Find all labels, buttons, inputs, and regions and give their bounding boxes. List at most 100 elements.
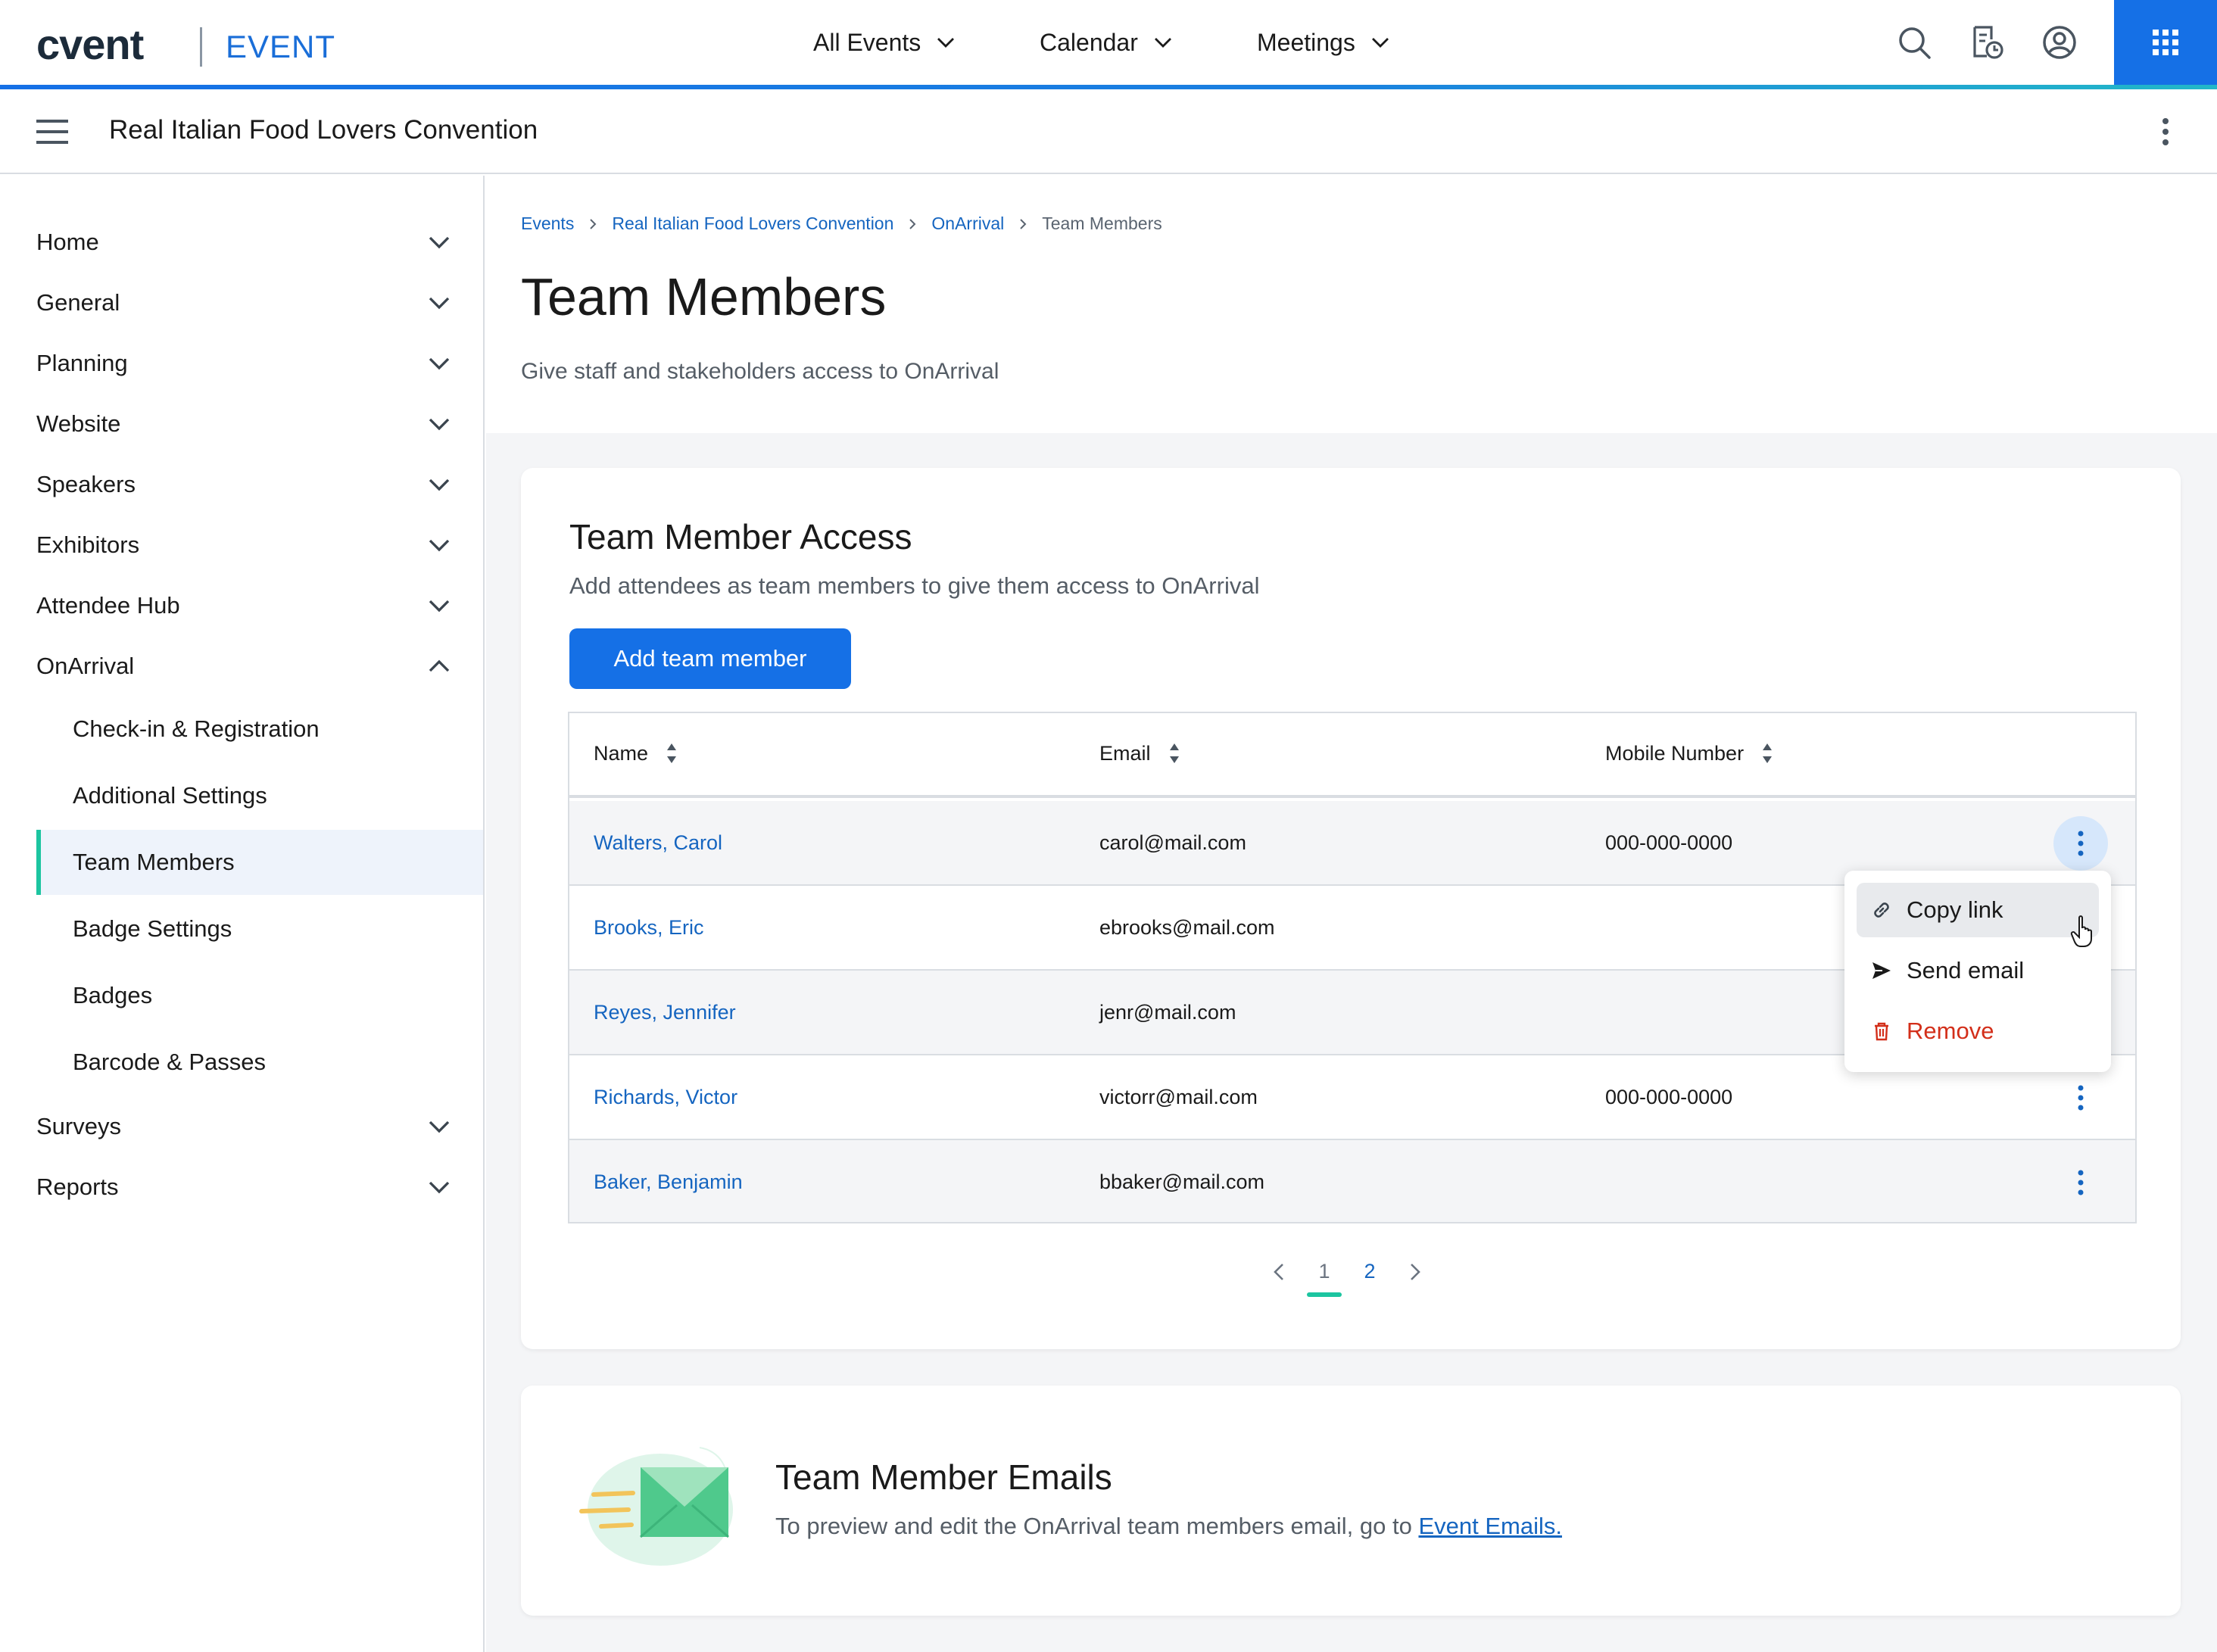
sidebar-item-speakers[interactable]: Speakers — [36, 462, 453, 507]
chevron-down-icon — [429, 478, 450, 491]
app-grid-button[interactable] — [2114, 0, 2217, 85]
sidebar-subitem-checkin-registration[interactable]: Check-in & Registration — [36, 697, 483, 762]
sidebar-item-onarrival[interactable]: OnArrival — [36, 644, 453, 689]
chevron-down-icon — [429, 297, 450, 310]
sidebar-item-exhibitors[interactable]: Exhibitors — [36, 522, 453, 568]
page-subtitle: Give staff and stakeholders access to On… — [521, 359, 999, 384]
breadcrumb: Events Real Italian Food Lovers Conventi… — [521, 214, 1162, 234]
column-header-email[interactable]: Email — [1099, 740, 1181, 766]
breadcrumb-events[interactable]: Events — [521, 214, 574, 234]
account-icon[interactable] — [2041, 24, 2078, 61]
envelope-illustration-icon — [579, 1447, 733, 1566]
breadcrumb-onarrival[interactable]: OnArrival — [931, 214, 1004, 234]
nav-calendar[interactable]: Calendar — [1040, 0, 1174, 85]
member-mobile: 000-000-0000 — [1605, 1086, 1733, 1108]
table-header: Name Email Mobile Number — [569, 713, 2135, 798]
sidebar-subitem-barcode-passes[interactable]: Barcode & Passes — [36, 1030, 483, 1095]
chevron-down-icon — [1371, 38, 1389, 48]
member-name-link[interactable]: Reyes, Jennifer — [594, 1001, 736, 1024]
more-options-icon[interactable] — [2150, 117, 2181, 147]
nav-all-events[interactable]: All Events — [813, 0, 957, 85]
sidebar-subitem-team-members[interactable]: Team Members — [36, 830, 483, 895]
breadcrumb-current: Team Members — [1042, 214, 1162, 233]
nav-meetings[interactable]: Meetings — [1257, 0, 1392, 85]
member-email: bbaker@mail.com — [1099, 1170, 1264, 1193]
chevron-left-icon[interactable] — [1269, 1261, 1290, 1283]
logo-divider — [200, 27, 202, 67]
column-header-name[interactable]: Name — [594, 740, 678, 766]
send-icon — [1872, 962, 1891, 979]
sidebar-subitem-badges[interactable]: Badges — [36, 963, 483, 1028]
more-options-icon — [2078, 831, 2084, 856]
chevron-down-icon — [429, 600, 450, 612]
member-name-link[interactable]: Brooks, Eric — [594, 916, 704, 940]
event-title: Real Italian Food Lovers Convention — [109, 115, 538, 145]
link-icon — [1874, 902, 1889, 918]
chevron-right-icon[interactable] — [1404, 1261, 1425, 1283]
page-title: Team Members — [521, 267, 887, 326]
chevron-down-icon — [429, 1121, 450, 1133]
emails-card-text: To preview and edit the OnArrival team m… — [775, 1513, 1562, 1539]
menu-item-send-email[interactable]: Send email — [1857, 943, 2099, 998]
breadcrumb-event[interactable]: Real Italian Food Lovers Convention — [612, 214, 893, 234]
sort-icon — [667, 743, 677, 763]
chevron-down-icon — [429, 1181, 450, 1194]
chevron-right-icon — [909, 218, 916, 229]
sidebar: Home General Planning Website Speakers E… — [0, 176, 485, 1652]
chevron-down-icon — [429, 357, 450, 370]
report-history-icon[interactable] — [1969, 24, 2005, 61]
chevron-down-icon — [937, 38, 955, 48]
emails-card-title: Team Member Emails — [775, 1457, 1112, 1497]
trash-icon — [1875, 1022, 1888, 1041]
sidebar-item-home[interactable]: Home — [36, 220, 453, 265]
chevron-down-icon — [1154, 38, 1171, 48]
page-2-button[interactable]: 2 — [1358, 1260, 1381, 1283]
hand-cursor-icon — [2070, 915, 2092, 947]
sidebar-item-surveys[interactable]: Surveys — [36, 1104, 453, 1149]
row-actions-menu: Copy link Send email Remove — [1844, 871, 2111, 1072]
chevron-down-icon — [429, 236, 450, 249]
cvent-logo[interactable]: cvent — [36, 20, 144, 69]
add-team-member-button[interactable]: Add team member — [569, 628, 851, 689]
table-row: Baker, Benjamin bbaker@mail.com — [569, 1140, 2135, 1222]
sort-icon — [1763, 743, 1773, 763]
chevron-right-icon — [1020, 218, 1027, 229]
menu-item-remove[interactable]: Remove — [1857, 1004, 2099, 1058]
member-email: carol@mail.com — [1099, 831, 1246, 854]
sidebar-subitem-additional-settings[interactable]: Additional Settings — [36, 763, 483, 828]
row-actions-button[interactable] — [2053, 1071, 2108, 1125]
access-card-subtitle: Add attendees as team members to give th… — [569, 572, 1260, 599]
sidebar-item-website[interactable]: Website — [36, 401, 453, 447]
hamburger-menu-icon[interactable] — [36, 118, 71, 145]
app-grid-icon — [2153, 30, 2178, 55]
member-email: jenr@mail.com — [1099, 1001, 1236, 1024]
chevron-down-icon — [429, 539, 450, 552]
sidebar-item-planning[interactable]: Planning — [36, 341, 453, 386]
sidebar-item-attendee-hub[interactable]: Attendee Hub — [36, 583, 453, 628]
event-emails-link[interactable]: Event Emails. — [1418, 1513, 1562, 1539]
pagination: 1 2 — [1269, 1260, 1425, 1297]
chevron-up-icon — [429, 659, 450, 672]
sidebar-item-general[interactable]: General — [36, 280, 453, 326]
more-options-icon — [2078, 1085, 2084, 1111]
sidebar-item-reports[interactable]: Reports — [36, 1164, 453, 1210]
event-subheader: Real Italian Food Lovers Convention — [0, 89, 2217, 174]
access-card-title: Team Member Access — [569, 517, 912, 556]
menu-item-copy-link[interactable]: Copy link — [1857, 883, 2099, 937]
member-name-link[interactable]: Baker, Benjamin — [594, 1170, 743, 1194]
chevron-down-icon — [429, 418, 450, 431]
product-name: EVENT — [226, 29, 336, 64]
more-options-icon — [2078, 1170, 2084, 1195]
row-actions-button[interactable] — [2053, 1155, 2108, 1210]
member-name-link[interactable]: Walters, Carol — [594, 831, 722, 855]
row-actions-button[interactable] — [2053, 816, 2108, 871]
sort-icon — [1169, 743, 1179, 763]
top-bar: cvent EVENT All Events Calendar Meetings — [0, 0, 2217, 85]
member-email: victorr@mail.com — [1099, 1086, 1258, 1108]
member-name-link[interactable]: Richards, Victor — [594, 1086, 737, 1109]
search-icon[interactable] — [1896, 24, 1932, 61]
page-1-button[interactable]: 1 — [1307, 1260, 1342, 1297]
member-mobile: 000-000-0000 — [1605, 831, 1733, 854]
sidebar-subitem-badge-settings[interactable]: Badge Settings — [36, 896, 483, 962]
column-header-mobile-number[interactable]: Mobile Number — [1605, 740, 1774, 766]
